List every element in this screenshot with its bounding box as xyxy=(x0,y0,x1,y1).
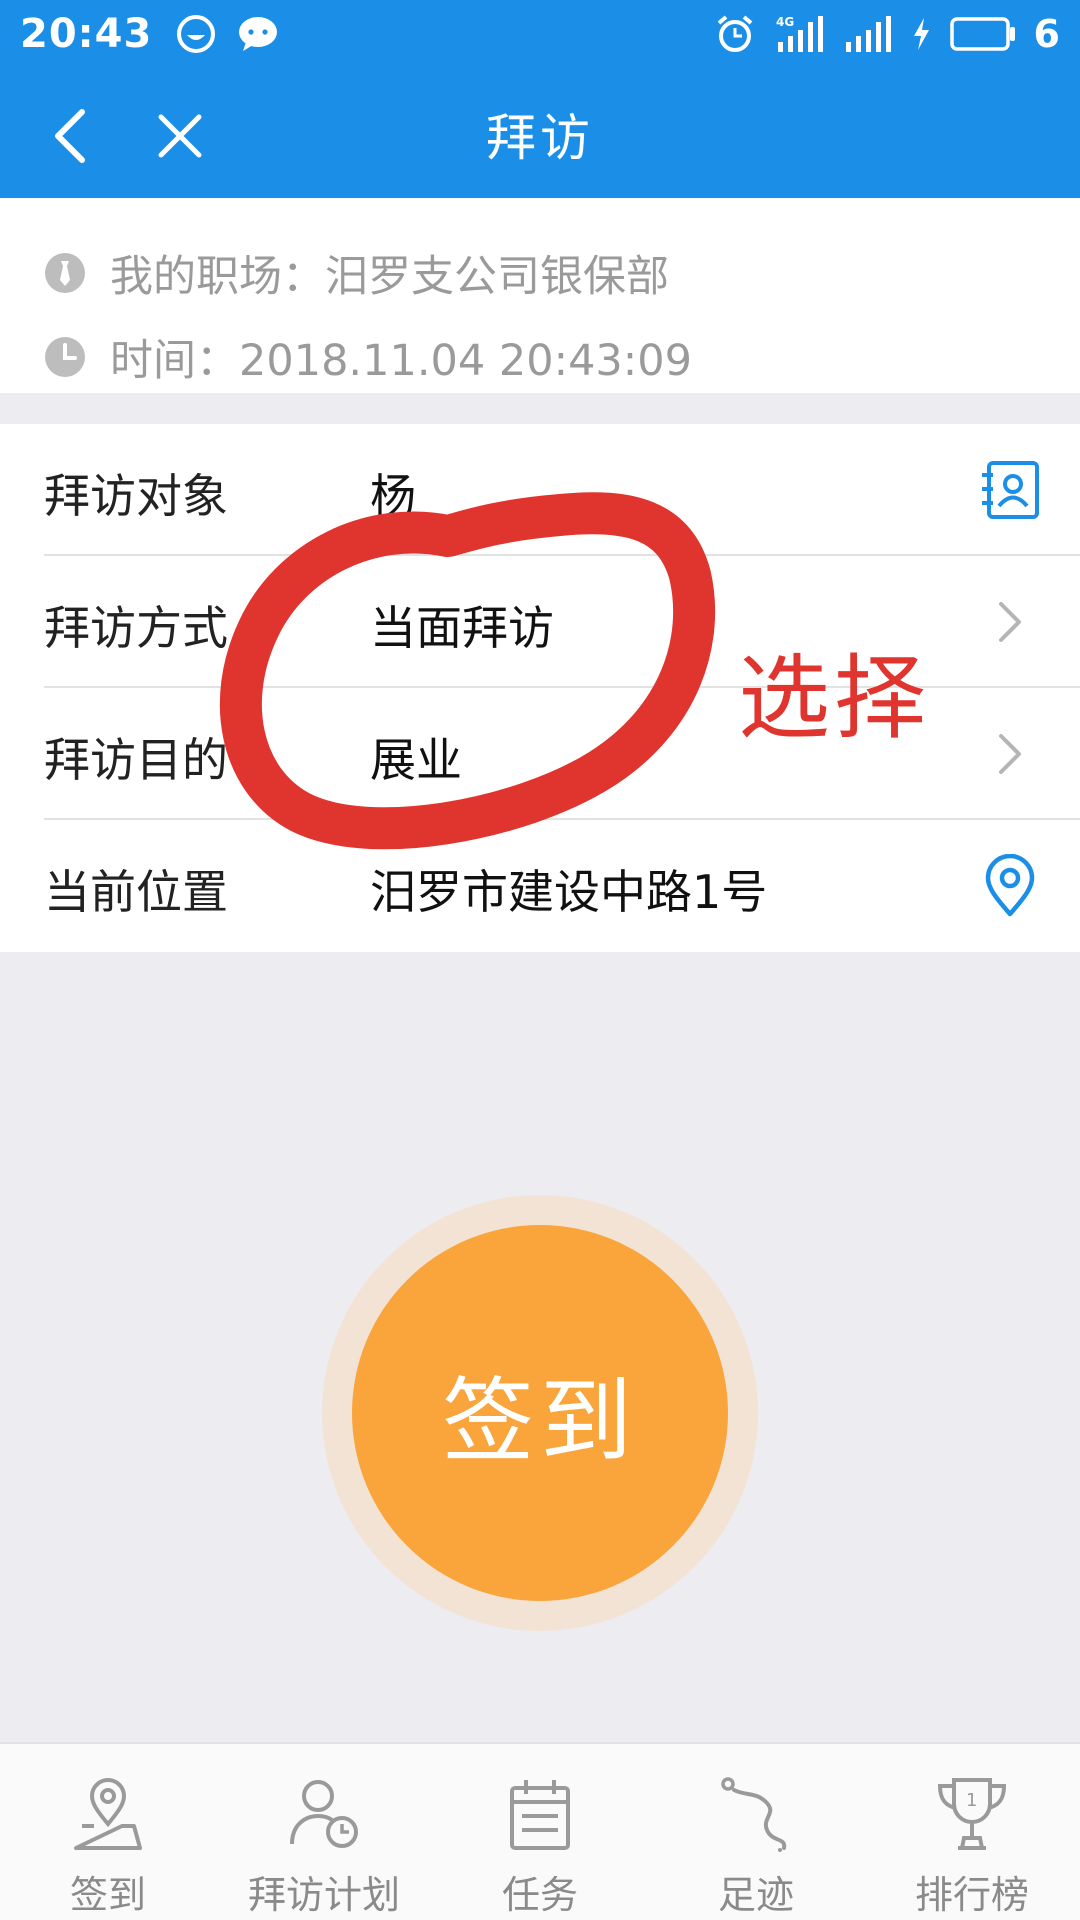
workplace-text: 我的职场：汨罗支公司银保部 xyxy=(110,252,669,302)
contact-picker-button[interactable] xyxy=(970,450,1050,530)
visit-purpose-value: 展业 xyxy=(370,733,462,787)
annotation-text: 选择 xyxy=(738,645,931,752)
title-bar: 拜访 xyxy=(0,68,1080,198)
status-bar: 20:43 4G 6 xyxy=(0,0,1080,68)
tab-label: 任务 xyxy=(501,1873,578,1917)
current-location-row[interactable]: 当前位置 汨罗市建设中路1号 xyxy=(0,820,1080,952)
visit-target-label: 拜访对象 xyxy=(44,469,228,523)
status-time: 20:43 xyxy=(20,11,153,57)
page-title: 拜访 xyxy=(486,109,594,167)
wechat-icon xyxy=(239,17,278,51)
tab-label: 签到 xyxy=(69,1873,146,1917)
tie-icon xyxy=(45,253,85,293)
calendar-task-icon xyxy=(510,1780,570,1850)
tab-signin[interactable]: 签到 xyxy=(0,1744,216,1920)
tab-tasks[interactable]: 任务 xyxy=(432,1744,648,1920)
alarm-icon xyxy=(717,15,752,52)
tab-leaderboard[interactable]: 1 排行榜 xyxy=(864,1744,1080,1920)
signal-icon xyxy=(845,16,891,52)
battery-icon xyxy=(949,17,1015,51)
footprint-path-icon xyxy=(721,1777,787,1852)
battery-level: 6 xyxy=(1033,12,1060,56)
chevron-right-icon xyxy=(999,734,1021,774)
visit-target-value: 杨 xyxy=(370,469,416,523)
current-location-value: 汨罗市建设中路1号 xyxy=(370,865,768,919)
tab-label: 排行榜 xyxy=(914,1873,1029,1917)
svg-text:4G: 4G xyxy=(776,15,794,29)
tab-label: 足迹 xyxy=(717,1873,794,1917)
location-pin-icon xyxy=(985,854,1035,917)
tab-visit-plan[interactable]: 拜访计划 xyxy=(216,1744,432,1920)
current-location-label: 当前位置 xyxy=(44,865,228,919)
time-text: 时间：2018.11.04 20:43:09 xyxy=(110,336,692,386)
chevron-right-icon xyxy=(999,602,1021,642)
svg-text:1: 1 xyxy=(966,1790,977,1811)
time-row: 时间：2018.11.04 20:43:09 xyxy=(44,326,692,388)
charging-icon xyxy=(913,18,929,50)
visit-method-label: 拜访方式 xyxy=(44,601,228,655)
messenger-icon xyxy=(177,15,216,53)
info-section: 我的职场：汨罗支公司银保部 时间：2018.11.04 20:43:09 xyxy=(0,198,1080,393)
signin-button[interactable]: 签到 xyxy=(352,1225,728,1601)
trophy-icon: 1 xyxy=(937,1778,1007,1850)
location-map-icon xyxy=(74,1778,142,1850)
locate-button[interactable] xyxy=(970,846,1050,926)
visit-target-row[interactable]: 拜访对象 杨 xyxy=(0,424,1080,556)
signal-4g-icon: 4G xyxy=(776,15,823,52)
visit-method-value: 当面拜访 xyxy=(370,601,554,655)
clock-icon xyxy=(45,337,85,377)
workplace-row: 我的职场：汨罗支公司银保部 xyxy=(44,242,669,304)
bottom-tab-bar: 签到 拜访计划 任务 足迹 1 排行榜 xyxy=(0,1742,1080,1920)
tab-footprints[interactable]: 足迹 xyxy=(648,1744,864,1920)
visit-method-chevron[interactable] xyxy=(970,582,1050,662)
tab-label: 拜访计划 xyxy=(247,1873,400,1917)
signin-label: 签到 xyxy=(441,1367,638,1475)
visit-purpose-chevron[interactable] xyxy=(970,714,1050,794)
user-clock-icon xyxy=(290,1780,358,1848)
visit-purpose-label: 拜访目的 xyxy=(44,733,228,787)
contact-card-icon xyxy=(982,461,1039,519)
